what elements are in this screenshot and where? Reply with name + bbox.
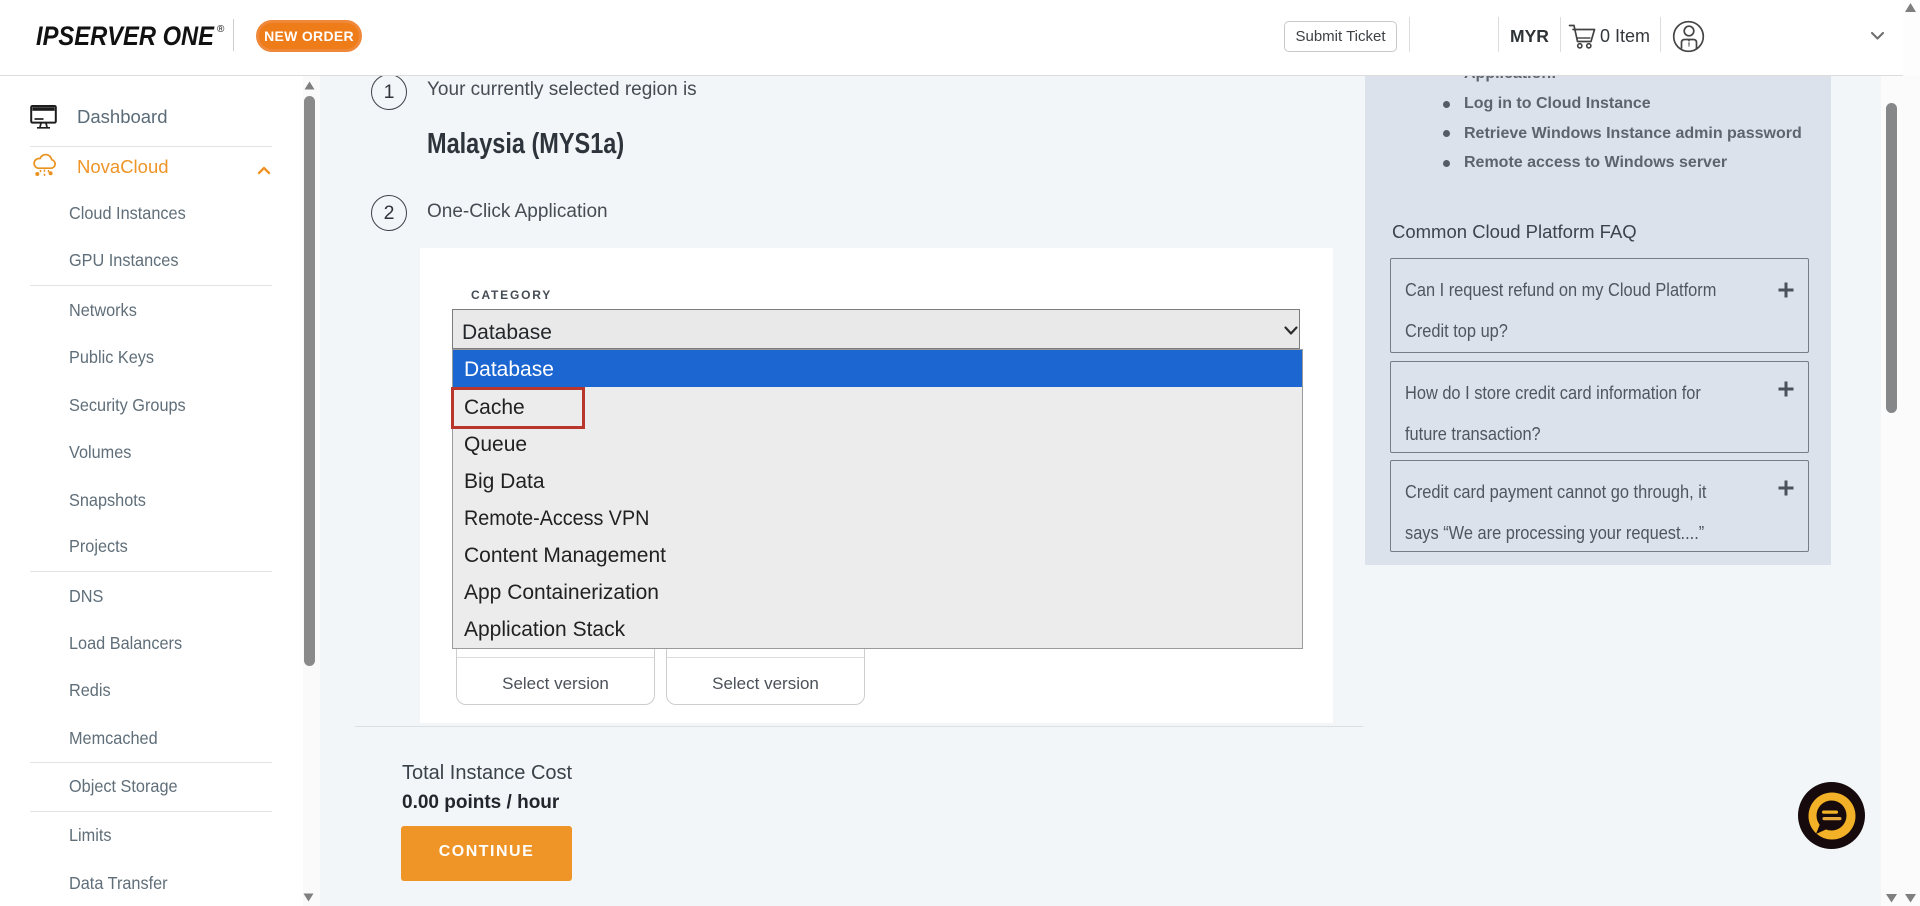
svg-text:IPSERVER ONE: IPSERVER ONE xyxy=(36,21,215,51)
svg-text:®: ® xyxy=(217,24,225,35)
